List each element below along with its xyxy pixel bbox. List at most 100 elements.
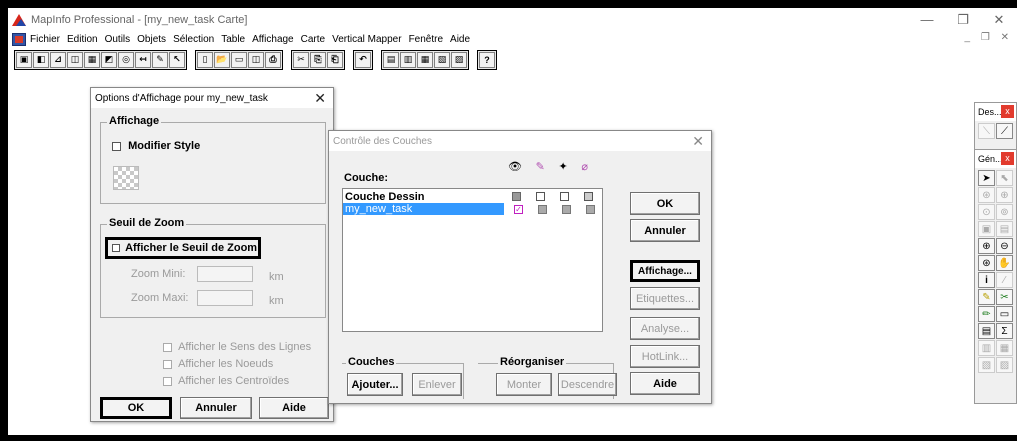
document-icon[interactable]	[12, 32, 26, 46]
mdi-window-controls[interactable]: _ ❐ ✕	[965, 32, 1013, 43]
style-preview-icon[interactable]	[113, 166, 139, 190]
close-button[interactable]: ✕	[981, 8, 1017, 32]
marquee-select-icon[interactable]: ⬉	[996, 170, 1013, 186]
toolbar-button-icon[interactable]: ◫	[67, 51, 83, 68]
menu-selection[interactable]: Sélection	[173, 34, 214, 45]
visible-checkbox[interactable]: ✓	[514, 205, 523, 214]
noeuds-checkbox[interactable]: Afficher les Noeuds	[163, 358, 273, 370]
unselect-icon[interactable]: ⊚	[996, 204, 1013, 220]
pan-hand-icon[interactable]: ✋	[996, 255, 1013, 271]
monter-button[interactable]: Monter	[496, 373, 552, 396]
menu-outils[interactable]: Outils	[105, 34, 131, 45]
close-icon[interactable]: x	[1001, 105, 1014, 118]
info-icon[interactable]: i	[978, 272, 995, 288]
menu-carte[interactable]: Carte	[301, 34, 325, 45]
undo-icon[interactable]: ↶	[355, 51, 371, 68]
menu-table[interactable]: Table	[221, 34, 245, 45]
copy-icon[interactable]: ⎘	[310, 51, 326, 68]
layer-control-icon[interactable]: ▭	[996, 306, 1013, 322]
toolbar-button-icon[interactable]: ◎	[118, 51, 134, 68]
editable-checkbox[interactable]	[538, 205, 547, 214]
select-arrow-icon[interactable]: ➤	[978, 170, 995, 186]
checkbox-box[interactable]	[163, 342, 172, 352]
analyse-button[interactable]: Analyse...	[630, 317, 700, 340]
hotlink-icon[interactable]: ⁄	[996, 272, 1013, 288]
save-icon[interactable]: ▭	[231, 51, 247, 68]
centroides-checkbox[interactable]: Afficher les Centroïdes	[163, 375, 289, 387]
set-clip-icon[interactable]: ▦	[996, 340, 1013, 356]
annuler-button[interactable]: Annuler	[180, 397, 252, 419]
toolbar-button-icon[interactable]: ✎	[152, 51, 168, 68]
help-icon[interactable]: ?	[479, 51, 495, 68]
window-icon[interactable]: ◫	[248, 51, 264, 68]
toolbar-button-icon[interactable]: ↖	[169, 51, 185, 68]
menu-vertical-mapper[interactable]: Vertical Mapper	[332, 34, 401, 45]
selectable-checkbox[interactable]	[560, 192, 569, 201]
zoom-out-icon[interactable]: ⊖	[996, 238, 1013, 254]
checkbox-box[interactable]	[112, 244, 120, 253]
aide-button[interactable]: Aide	[259, 397, 329, 419]
toolbar-button-icon[interactable]: ◧	[33, 51, 49, 68]
label-checkbox[interactable]	[586, 205, 595, 214]
layers-aide-button[interactable]: Aide	[630, 372, 700, 395]
statistics-sigma-icon[interactable]: Σ	[996, 323, 1013, 339]
affichage-button[interactable]: Affichage...	[630, 260, 700, 282]
zoom-maxi-input[interactable]	[197, 290, 253, 306]
label-checkbox[interactable]	[584, 192, 593, 201]
ok-button[interactable]: OK	[100, 397, 172, 419]
checkbox-box[interactable]	[163, 376, 172, 386]
afficher-seuil-checkbox[interactable]: Afficher le Seuil de Zoom	[105, 237, 261, 259]
line-tool-icon[interactable]: ⟍	[978, 123, 995, 139]
visible-checkbox[interactable]	[512, 192, 521, 201]
layer-row[interactable]: Couche Dessin	[343, 191, 602, 203]
new-file-icon[interactable]: ▯	[197, 51, 213, 68]
editable-checkbox[interactable]	[536, 192, 545, 201]
open-folder-icon[interactable]: 📂	[214, 51, 230, 68]
drag-map-icon[interactable]: ✂	[996, 289, 1013, 305]
legend-window-icon[interactable]: ▨	[996, 357, 1013, 373]
zoom-in-icon[interactable]: ⊕	[978, 238, 995, 254]
ruler-icon[interactable]: ✏	[978, 306, 995, 322]
selectable-checkbox[interactable]	[562, 205, 571, 214]
minimize-button[interactable]: —	[909, 8, 945, 32]
toolbar-button-icon[interactable]: ▦	[84, 51, 100, 68]
ajouter-button[interactable]: Ajouter...	[347, 373, 403, 396]
radius-select-icon[interactable]: ⊛	[978, 187, 995, 203]
menu-objets[interactable]: Objets	[137, 34, 166, 45]
polygon-select-icon[interactable]: ⊕	[996, 187, 1013, 203]
clip-region-icon[interactable]: ▥	[978, 340, 995, 356]
show-legend-icon[interactable]: ▤	[978, 323, 995, 339]
menu-fenetre[interactable]: Fenêtre	[409, 34, 443, 45]
layout-window-icon[interactable]: ▧	[434, 51, 450, 68]
layer-list[interactable]: Couche Dessin my_new_task ✓	[342, 188, 603, 332]
checkbox-box[interactable]	[163, 359, 172, 369]
modifier-style-checkbox[interactable]: Modifier Style	[112, 140, 200, 152]
browser-icon[interactable]: ▤	[996, 221, 1013, 237]
layers-annuler-button[interactable]: Annuler	[630, 219, 700, 242]
close-icon[interactable]: ✕	[692, 133, 704, 149]
checkbox-box[interactable]	[112, 141, 121, 151]
zoom-mini-input[interactable]	[197, 266, 253, 282]
etiquettes-button[interactable]: Etiquettes...	[630, 287, 700, 310]
menu-edition[interactable]: Edition	[67, 34, 98, 45]
drag-window-icon[interactable]: ▧	[978, 357, 995, 373]
toolbar-button-icon[interactable]: ↤	[135, 51, 151, 68]
map-window-icon[interactable]: ▥	[400, 51, 416, 68]
menu-affichage[interactable]: Affichage	[252, 34, 294, 45]
polyline-tool-icon[interactable]: ⟋	[996, 123, 1013, 139]
menu-aide[interactable]: Aide	[450, 34, 470, 45]
boundary-select-icon[interactable]: ⊙	[978, 204, 995, 220]
legend-window-icon[interactable]: ▨	[451, 51, 467, 68]
toolbar-button-icon[interactable]: ⊿	[50, 51, 66, 68]
toolbar-button-icon[interactable]: ◩	[101, 51, 117, 68]
paste-icon[interactable]: ⎗	[327, 51, 343, 68]
change-view-icon[interactable]: ⊛	[978, 255, 995, 271]
enlever-button[interactable]: Enlever	[412, 373, 462, 396]
restore-button[interactable]: ❐	[945, 8, 981, 32]
menu-fichier[interactable]: Fichier	[30, 34, 60, 45]
print-icon[interactable]: ⎙	[265, 51, 281, 68]
close-icon[interactable]: x	[1001, 152, 1014, 165]
graph-select-icon[interactable]: ▣	[978, 221, 995, 237]
label-icon[interactable]: ✎	[978, 289, 995, 305]
close-icon[interactable]: ✕	[314, 90, 326, 106]
